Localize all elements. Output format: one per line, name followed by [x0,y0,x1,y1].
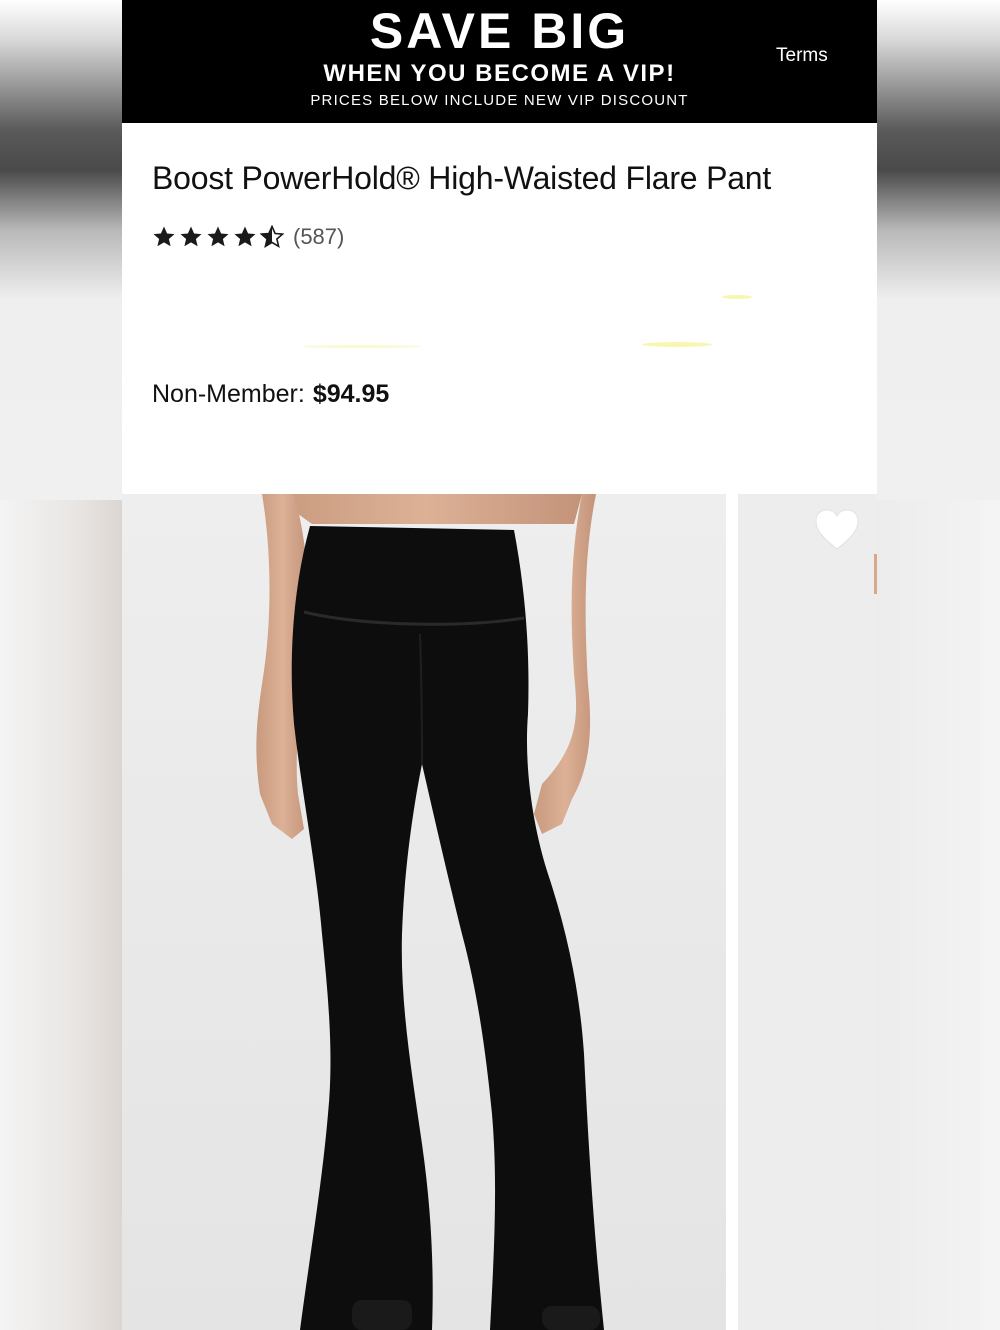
screen-glare [722,295,752,299]
product-title: Boost PowerHold® High-Waisted Flare Pant [152,160,772,196]
screen-glare [302,345,422,348]
half-star-icon [260,225,284,248]
background-blur-right [877,500,1000,1330]
mobile-screen: SAVE BIG WHEN YOU BECOME A VIP! PRICES B… [122,0,877,1330]
banner-subheadline: WHEN YOU BECOME A VIP! [323,60,676,87]
model-wearing-flare-pants-illustration [122,494,726,1330]
price-row: Non-Member: $94.95 [152,378,389,410]
review-count[interactable]: (587) [293,224,344,250]
price-label: Non-Member: [152,380,305,408]
background-blur-left [0,500,122,1330]
terms-link[interactable]: Terms [776,45,828,67]
star-icon [234,226,256,247]
banner-note: PRICES BELOW INCLUDE NEW VIP DISCOUNT [310,92,689,109]
banner-headline: SAVE BIG [369,3,630,59]
star-icon [207,226,229,247]
star-rating [152,225,287,249]
next-product-image[interactable] [738,494,877,1330]
star-icon [180,226,202,247]
heart-icon[interactable] [814,508,860,552]
price-value: $94.95 [312,380,390,408]
vip-promo-banner[interactable]: SAVE BIG WHEN YOU BECOME A VIP! PRICES B… [122,0,877,123]
star-icon [153,226,175,247]
next-image-preview [738,494,877,1330]
product-image[interactable] [122,494,726,1330]
product-rating[interactable]: (587) [152,222,344,252]
screen-glare [642,342,712,347]
